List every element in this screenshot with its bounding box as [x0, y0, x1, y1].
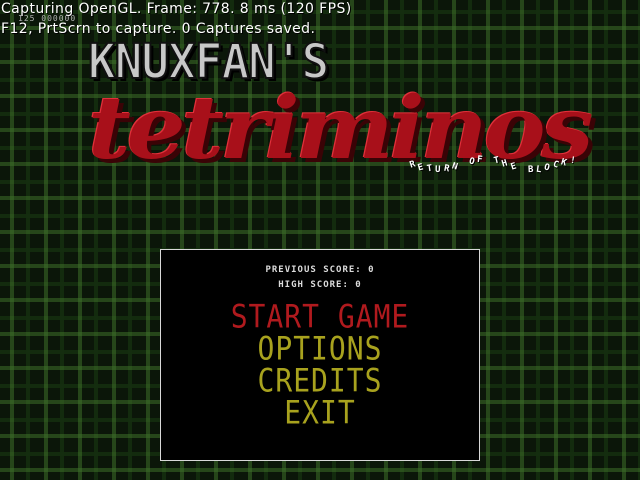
high-score-value: 0: [355, 280, 362, 290]
tagline-letter: O: [467, 156, 476, 168]
logo-tagline: R E T U R N O F T H E B L O C K!: [408, 152, 585, 182]
tagline-letter: K: [559, 157, 568, 169]
previous-score-label: PREVIOUS SCORE:: [265, 265, 362, 275]
tagline-letter: T: [426, 164, 433, 175]
high-score-row: HIGH SCORE: 0: [161, 280, 479, 290]
tagline-letter: O: [543, 162, 551, 174]
tagline-letter: C: [551, 159, 560, 171]
tagline-letter: R: [408, 159, 417, 171]
tagline-letter: T: [492, 155, 501, 167]
tagline-letter: E: [417, 162, 426, 174]
tagline-letter: F: [476, 154, 484, 166]
tagline-letter: H: [501, 158, 510, 170]
main-menu-panel: PREVIOUS SCORE: 0 HIGH SCORE: 0 START GA…: [160, 249, 480, 461]
tagline-letter: N: [450, 161, 459, 173]
tagline-letter: R: [442, 163, 450, 175]
tagline-letter: U: [435, 164, 441, 176]
previous-score-row: PREVIOUS SCORE: 0: [161, 265, 479, 275]
previous-score-value: 0: [368, 265, 375, 275]
tagline-letter: E: [509, 160, 518, 173]
tagline-letter: !: [568, 155, 576, 167]
high-score-label: HIGH SCORE:: [278, 280, 349, 290]
tagline-letter: B: [527, 164, 534, 176]
menu-item-exit[interactable]: EXIT: [161, 394, 479, 432]
tagline-letter: L: [535, 164, 543, 175]
